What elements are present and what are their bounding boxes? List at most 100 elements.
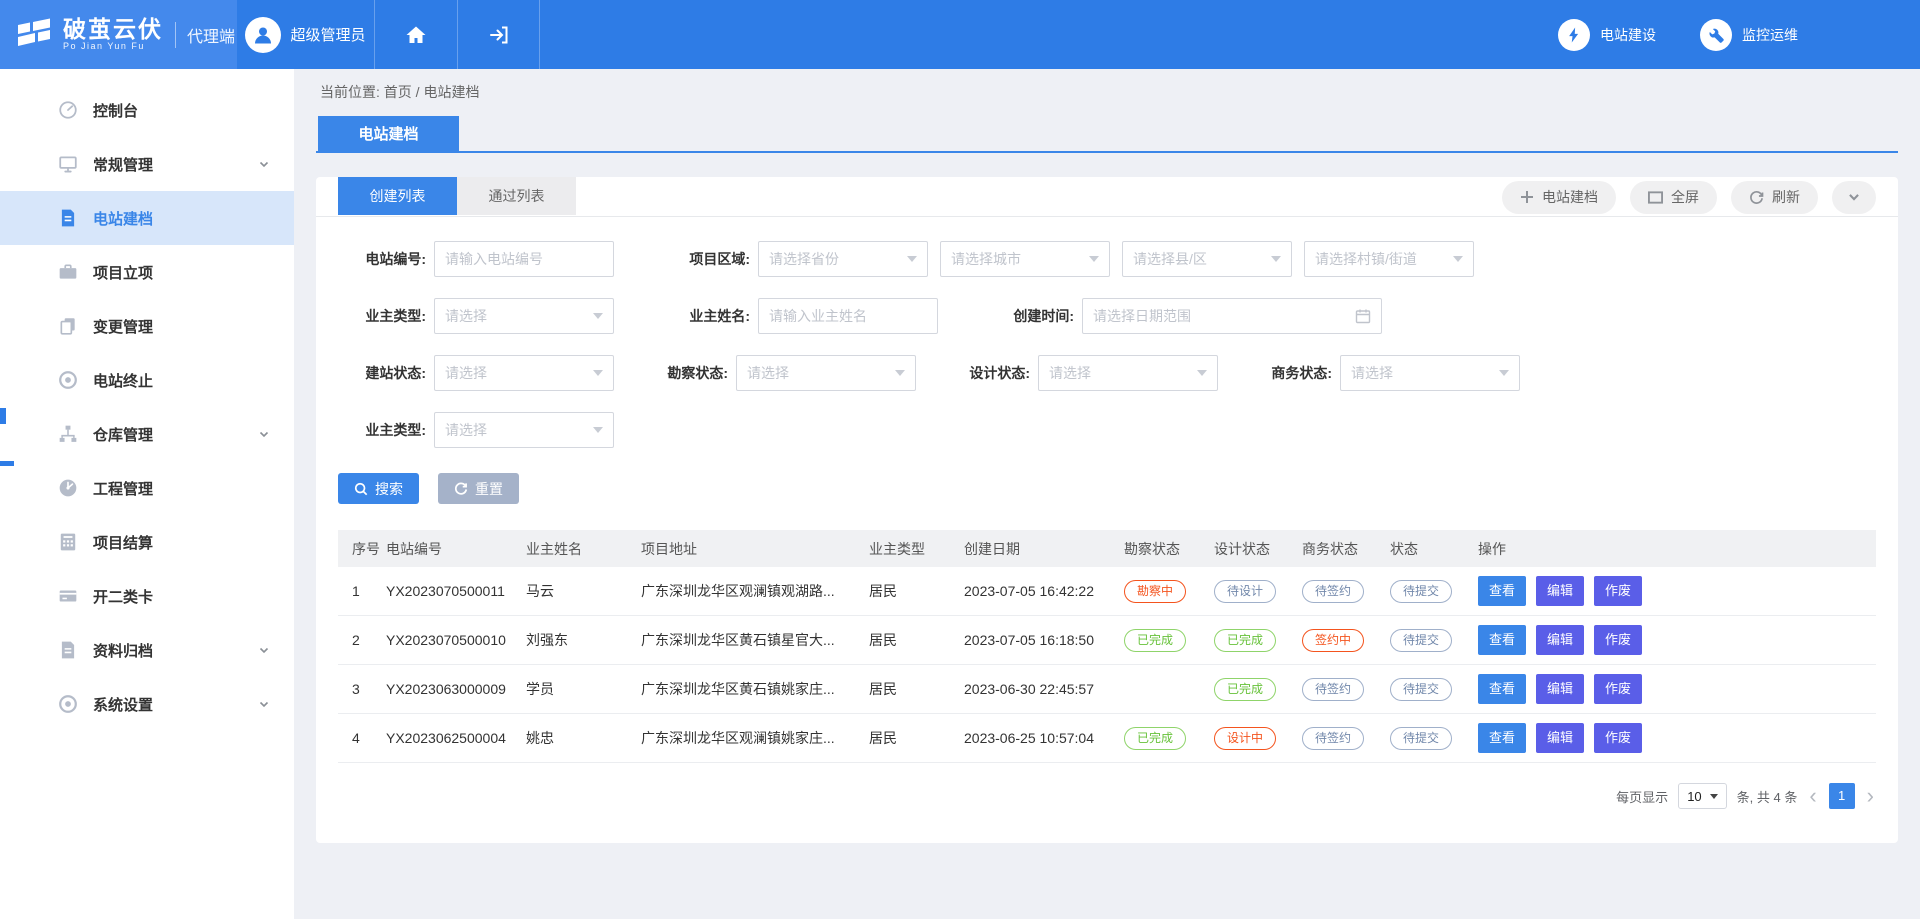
search-button[interactable]: 搜索 <box>338 473 419 504</box>
sidebar-item-general-mgmt[interactable]: 常规管理 <box>0 137 294 191</box>
chevron-down-icon <box>593 313 603 319</box>
station-code-input[interactable] <box>434 241 614 277</box>
current-page[interactable]: 1 <box>1829 783 1855 809</box>
survey-status-badge: 已完成 <box>1124 727 1186 750</box>
business-status-select[interactable]: 请选择 <box>1340 355 1520 391</box>
page-size-select[interactable]: 10 <box>1678 783 1726 809</box>
district-select[interactable]: 请选择县/区 <box>1122 241 1292 277</box>
copy-icon <box>58 316 78 336</box>
home-button[interactable] <box>375 0 458 69</box>
total-label: 条, 共 4 条 <box>1737 787 1798 806</box>
col-project-address: 项目地址 <box>638 539 866 559</box>
view-button[interactable]: 查看 <box>1478 576 1526 606</box>
edit-button[interactable]: 编辑 <box>1536 723 1584 753</box>
logout-button[interactable] <box>458 0 540 69</box>
sidebar-item-station-terminate[interactable]: 电站终止 <box>0 353 294 407</box>
prev-page-button[interactable]: ‹ <box>1807 785 1818 807</box>
sidebar-item-console[interactable]: 控制台 <box>0 83 294 137</box>
quick-link-label: 监控运维 <box>1742 25 1798 45</box>
fullscreen-icon <box>1648 191 1663 204</box>
reset-button[interactable]: 重置 <box>438 473 519 504</box>
calculator-icon <box>58 532 78 552</box>
toolbar: 电站建档 全屏 刷新 <box>1502 177 1876 217</box>
table-row: 1 YX2023070500011 马云 广东深圳龙华区观澜镇观湖路... 居民… <box>338 567 1876 616</box>
sidebar-item-settlement[interactable]: 项目结算 <box>0 515 294 569</box>
filter-panel: 电站编号: 项目区域: 请选择省份 请选择城市 请选择县/区 请选择村镇/街道 <box>316 217 1898 448</box>
design-status-badge: 已完成 <box>1214 678 1276 701</box>
chevron-down-icon <box>258 428 270 440</box>
lightning-icon <box>1558 19 1590 51</box>
quick-link-construction[interactable]: 电站建设 <box>1558 19 1656 51</box>
sidebar-item-system-settings[interactable]: 系统设置 <box>0 677 294 731</box>
province-select[interactable]: 请选择省份 <box>758 241 928 277</box>
tab-create-list[interactable]: 创建列表 <box>338 177 457 215</box>
status-badge: 待提交 <box>1390 727 1452 750</box>
street-select[interactable]: 请选择村镇/街道 <box>1304 241 1474 277</box>
sidebar-item-label: 资料归档 <box>93 640 153 661</box>
owner-name-input[interactable] <box>758 298 938 334</box>
owner-type2-select[interactable]: 请选择 <box>434 412 614 448</box>
sidebar-item-label: 项目立项 <box>93 262 153 283</box>
fullscreen-label: 全屏 <box>1671 187 1699 207</box>
sidebar-item-change-mgmt[interactable]: 变更管理 <box>0 299 294 353</box>
tab-passed-list[interactable]: 通过列表 <box>457 177 576 215</box>
tab-station-archive[interactable]: 电站建档 <box>318 116 459 151</box>
void-button[interactable]: 作废 <box>1594 674 1642 704</box>
business-status-label: 商务状态: <box>1244 363 1332 383</box>
collapse-toolbar-button[interactable] <box>1832 181 1876 214</box>
view-button[interactable]: 查看 <box>1478 674 1526 704</box>
void-button[interactable]: 作废 <box>1594 576 1642 606</box>
refresh-button[interactable]: 刷新 <box>1731 181 1818 214</box>
cell-owner-type: 居民 <box>866 581 961 601</box>
sidebar-item-card-open[interactable]: 开二类卡 <box>0 569 294 623</box>
owner-type-select[interactable]: 请选择 <box>434 298 614 334</box>
next-page-button[interactable]: › <box>1865 785 1876 807</box>
edit-button[interactable]: 编辑 <box>1536 625 1584 655</box>
sidebar-item-label: 仓库管理 <box>93 424 153 445</box>
build-status-select[interactable]: 请选择 <box>434 355 614 391</box>
row-operations: 查看 编辑 作废 <box>1475 674 1876 704</box>
sidebar-item-station-archive[interactable]: 电站建档 <box>0 191 294 245</box>
edit-button[interactable]: 编辑 <box>1536 674 1584 704</box>
void-button[interactable]: 作废 <box>1594 625 1642 655</box>
col-station-code: 电站编号 <box>383 539 523 559</box>
cell-project-address: 广东深圳龙华区黄石镇星官大... <box>638 630 866 650</box>
view-button[interactable]: 查看 <box>1478 723 1526 753</box>
date-range-field[interactable] <box>1093 308 1355 324</box>
chevron-down-icon <box>1453 256 1463 262</box>
cell-owner-type: 居民 <box>866 728 961 748</box>
sidebar-item-engineering[interactable]: 工程管理 <box>0 461 294 515</box>
logo-text: 破茧云伏 Po Jian Yun Fu <box>63 17 163 52</box>
row-operations: 查看 编辑 作废 <box>1475 576 1876 606</box>
sidebar-item-archive-files[interactable]: 资料归档 <box>0 623 294 677</box>
fullscreen-button[interactable]: 全屏 <box>1630 181 1717 214</box>
chevron-down-icon <box>1499 370 1509 376</box>
monitor-icon <box>58 154 78 174</box>
survey-status-select[interactable]: 请选择 <box>736 355 916 391</box>
cell-index: 1 <box>338 583 383 599</box>
plus-icon <box>1520 190 1534 204</box>
cell-project-address: 广东深圳龙华区观澜镇姚家庄... <box>638 728 866 748</box>
city-select[interactable]: 请选择城市 <box>940 241 1110 277</box>
sidebar-item-project-init[interactable]: 项目立项 <box>0 245 294 299</box>
col-design-status: 设计状态 <box>1211 539 1299 559</box>
chevron-down-icon <box>258 158 270 170</box>
sidebar-item-warehouse[interactable]: 仓库管理 <box>0 407 294 461</box>
col-index: 序号 <box>338 539 383 559</box>
table-row: 2 YX2023070500010 刘强东 广东深圳龙华区黄石镇星官大... 居… <box>338 616 1876 665</box>
filter-row-4: 业主类型: 请选择 <box>338 412 1876 448</box>
create-station-button[interactable]: 电站建档 <box>1502 181 1616 214</box>
view-button[interactable]: 查看 <box>1478 625 1526 655</box>
user-menu[interactable]: 超级管理员 <box>237 0 375 69</box>
design-status-select[interactable]: 请选择 <box>1038 355 1218 391</box>
cell-project-address: 广东深圳龙华区观澜镇观湖路... <box>638 581 866 601</box>
wrench-icon <box>1700 19 1732 51</box>
briefcase-icon <box>58 262 78 282</box>
date-range-input[interactable] <box>1082 298 1382 334</box>
design-status-badge: 已完成 <box>1214 629 1276 652</box>
breadcrumb-path: 首页 / 电站建档 <box>384 84 480 100</box>
user-name: 超级管理员 <box>290 24 365 45</box>
quick-link-monitoring[interactable]: 监控运维 <box>1700 19 1798 51</box>
edit-button[interactable]: 编辑 <box>1536 576 1584 606</box>
void-button[interactable]: 作废 <box>1594 723 1642 753</box>
